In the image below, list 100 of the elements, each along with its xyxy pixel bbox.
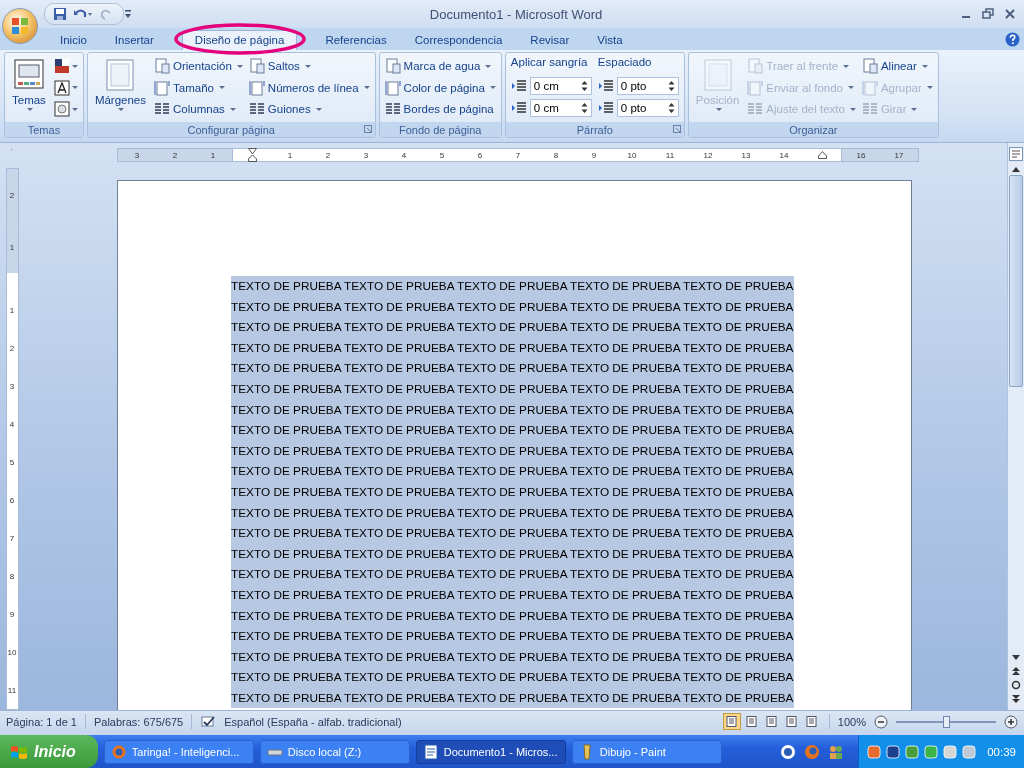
close-icon[interactable] [1004,8,1016,20]
scroll-up-icon[interactable] [1011,165,1021,173]
dialog-launcher-icon[interactable] [363,125,372,133]
ribbon-button[interactable]: Columnas [154,99,243,119]
caret-icon [304,64,311,68]
office-button[interactable] [2,8,38,44]
group-label: Configurar página [187,123,275,136]
ruler-number: 6 [476,149,484,161]
ribbon-button[interactable]: Bordes de página [384,99,496,119]
page-setup-icon [747,58,764,74]
ribbon-button[interactable] [53,56,78,76]
page-view-icon [766,716,778,727]
ruler-toggle-icon[interactable] [1009,147,1023,161]
ruler-number: 9 [9,608,15,621]
previous-page-icon[interactable] [1011,666,1021,676]
help-icon[interactable] [1005,32,1020,47]
ribbon-button[interactable]: Márgenes [92,56,148,113]
quick-launch-icon[interactable] [780,743,797,760]
spin-arrows-icon [667,102,675,114]
ruler-number: 10 [7,646,17,659]
ruler-number: 2 [9,189,15,202]
caret-icon [489,86,496,89]
save-icon[interactable] [53,7,67,21]
ruler-number: 4 [400,149,408,161]
restore-icon[interactable] [982,8,994,20]
ribbon-button[interactable]: Orientación [154,56,243,76]
page-setup-icon [154,79,170,96]
taskbar-button[interactable]: Taringa! - Inteligenci... [103,739,254,764]
ruler-number: 8 [9,570,15,583]
ribbon-tab[interactable]: Insertar [102,31,166,50]
page-count[interactable]: Página: 1 de 1 [6,715,77,728]
spinner-field[interactable]: 0 pto [616,99,679,117]
page-setup-icon [384,101,401,117]
tray-icon[interactable] [886,744,901,759]
caret-icon [218,86,225,89]
ribbon-button[interactable]: Marca de agua [384,56,496,76]
ruler-number: 12 [702,149,714,161]
indent-icon [510,101,527,115]
font-letter-icon [53,79,70,96]
browse-object-icon[interactable] [1011,680,1021,690]
view-button[interactable] [722,713,741,730]
scroll-thumb[interactable] [1009,175,1023,387]
ribbon-button[interactable]: Color de página [384,77,496,98]
scroll-down-icon[interactable] [1011,654,1021,662]
ribbon-button[interactable]: Temas [10,56,48,113]
language-indicator[interactable]: Español (España - alfab. tradicional) [224,715,402,728]
spinner-field[interactable]: 0 pto [616,76,679,95]
ribbon-button[interactable]: Tamaño [154,77,243,98]
ribbon-button[interactable]: Saltos [248,56,370,76]
ruler-number: 7 [9,532,15,545]
zoom-out-icon[interactable] [874,714,888,729]
taskbar-button[interactable]: Dibujo - Paint [571,739,722,764]
ribbon-tab[interactable]: Inicio [48,31,99,50]
page-setup-icon [248,101,265,117]
ruler-number: 5 [438,149,446,161]
ruler-number: 11 [664,149,676,161]
ribbon-button[interactable]: Guiones [248,99,370,119]
word-count[interactable]: Palabras: 675/675 [93,715,184,728]
indent-marker-icon[interactable] [247,148,257,162]
dialog-launcher-icon[interactable] [672,125,681,133]
page-view-icon [806,716,818,727]
ribbon-button[interactable] [53,77,78,98]
ruler-number: 2 [9,342,15,355]
spelling-check-icon[interactable] [200,714,217,729]
zoom-in-icon[interactable] [1004,714,1018,729]
theme-icon [12,58,45,92]
ribbon-tab[interactable]: Revisar [518,31,582,50]
ribbon-tab[interactable]: Vista [585,31,635,50]
group-heading: Espaciado [597,56,653,70]
caret-icon [926,86,933,89]
ribbon-tab[interactable]: Referencias [313,31,399,50]
spinner-field[interactable]: 0 cm [529,99,592,117]
people-icon[interactable] [828,743,845,760]
spinner-field[interactable]: 0 cm [529,76,592,95]
next-page-icon[interactable] [1011,694,1021,704]
window-title: Documento1 - Microsoft Word [428,6,604,22]
ribbon-tab[interactable]: Correspondencia [402,31,515,50]
ruler-number: 3 [133,149,141,161]
indent-marker-icon[interactable] [817,151,827,159]
spin-arrows-icon [667,79,675,92]
spacing-icon [597,78,614,93]
caret-icon [363,86,370,89]
page-setup-icon [861,79,878,96]
ribbon-tab[interactable]: Diseño de página [181,30,298,50]
ruler-number: 16 [855,149,867,161]
circle-effect-icon [53,101,70,117]
caret-icon [921,64,928,68]
caret-icon [848,86,854,89]
zoom-slider-thumb[interactable] [943,715,950,728]
taskbar-button[interactable]: Disco local (Z:) [259,739,410,764]
ruler-number: 3 [362,149,370,161]
caret-icon [315,107,322,111]
zoom-level[interactable]: 100% [837,715,866,728]
group-label: Organizar [789,123,838,136]
ribbon-button[interactable]: Números de línea [248,77,370,98]
ribbon-button[interactable]: Alinear [861,56,933,76]
caret-icon [229,107,236,111]
customize-arrow-icon[interactable] [124,9,132,19]
windows-flag-icon [10,743,28,760]
taskbar-button[interactable]: Documento1 - Micros... [415,739,566,764]
